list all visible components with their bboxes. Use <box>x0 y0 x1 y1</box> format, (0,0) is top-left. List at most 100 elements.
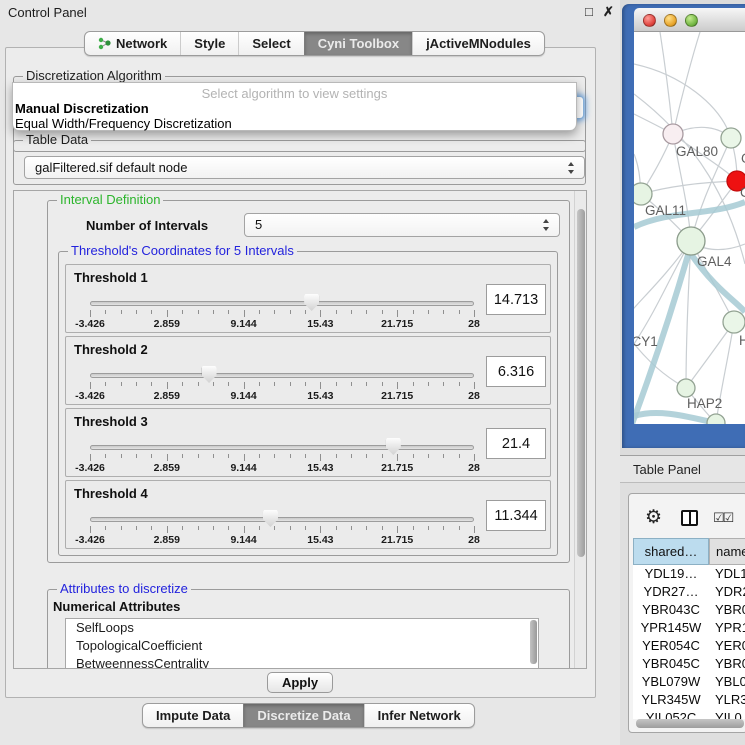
tick-mark <box>382 310 383 314</box>
tick-mark <box>105 526 106 530</box>
table-panel-title: Table Panel <box>633 462 701 477</box>
table-data-combo-value: galFiltered.sif default node <box>35 160 187 175</box>
attribute-item[interactable]: SelfLoops <box>66 619 538 637</box>
attribute-item[interactable]: TopologicalCoefficient <box>66 637 538 655</box>
tick-mark <box>244 526 245 533</box>
table-panel-titlebar: Table Panel <box>620 455 745 483</box>
slider-thumb[interactable] <box>202 366 217 383</box>
network-node[interactable] <box>723 311 745 333</box>
table-header-name[interactable]: name <box>709 538 745 565</box>
table-row[interactable]: YBR043CYBR0 <box>633 601 745 619</box>
tick-mark <box>244 382 245 389</box>
table-row[interactable]: YDR27…YDR2 <box>633 583 745 601</box>
tab-jactivemnodules[interactable]: jActiveMNodules <box>412 32 544 55</box>
tick-mark <box>182 526 183 530</box>
tab-network[interactable]: Network <box>85 32 180 55</box>
cell-name: YBR0 <box>715 655 745 673</box>
panel-scrollbar[interactable] <box>574 191 586 668</box>
panel-titlebar: Control Panel □ ✗ <box>0 0 620 26</box>
scale-label: 2.859 <box>154 390 180 402</box>
apply-button[interactable]: Apply <box>267 672 333 693</box>
slider-track[interactable] <box>90 373 474 378</box>
tick-mark <box>198 454 199 458</box>
tab-style[interactable]: Style <box>180 32 238 55</box>
table-row[interactable]: YLR345WYLR3 <box>633 691 745 709</box>
slider-thumb[interactable] <box>386 438 401 455</box>
threshold-value-field[interactable]: 6.316 <box>486 356 546 387</box>
tick-mark <box>244 310 245 317</box>
tick-mark <box>459 310 460 314</box>
zoom-traffic-light[interactable] <box>685 14 698 27</box>
slider-scale: -3.4262.8599.14415.4321.71528 <box>90 534 474 546</box>
close-traffic-light[interactable] <box>643 14 656 27</box>
network-canvas[interactable]: GAL80GCGAL11GAL4GCY1HHAP2 <box>634 32 745 424</box>
tick-mark <box>290 526 291 530</box>
network-node[interactable] <box>677 227 705 255</box>
scrollbar-thumb[interactable] <box>577 209 585 557</box>
float-window-icon[interactable]: □ <box>585 4 593 19</box>
tab-impute-data[interactable]: Impute Data <box>143 704 243 727</box>
threshold-label: Threshold 4 <box>74 486 148 501</box>
slider-thumb[interactable] <box>263 510 278 527</box>
numerical-attributes-list[interactable]: SelfLoopsTopologicalCoefficientBetweenne… <box>65 618 539 669</box>
tick-mark <box>336 310 337 314</box>
table-row[interactable]: YPR145WYPR1 <box>633 619 745 637</box>
node-label: C <box>740 185 745 200</box>
tick-mark <box>121 454 122 458</box>
network-node[interactable] <box>721 128 741 148</box>
tick-mark <box>336 526 337 530</box>
tick-mark <box>413 382 414 386</box>
algorithm-dropdown-popup: Select algorithm to view settings Manual… <box>12 82 577 131</box>
algorithm-popup-hint: Select algorithm to view settings <box>13 83 576 101</box>
scale-label: 21.715 <box>381 534 413 546</box>
scale-label: 15.43 <box>307 390 333 402</box>
threshold-value-field[interactable]: 11.344 <box>486 500 546 531</box>
scale-label: 15.43 <box>307 534 333 546</box>
table-data-combo[interactable]: galFiltered.sif default node <box>24 156 585 179</box>
network-window-titlebar[interactable] <box>634 8 745 32</box>
tick-mark <box>259 454 260 458</box>
algorithm-option-manual[interactable]: Manual Discretization <box>13 101 576 116</box>
network-node[interactable] <box>663 124 683 144</box>
table-data-label: Table Data <box>23 132 91 147</box>
panel-title: Control Panel <box>8 5 87 20</box>
tab-cyni-toolbox[interactable]: Cyni Toolbox <box>304 32 412 55</box>
table-row[interactable]: YBL079WYBL0 <box>633 673 745 691</box>
scale-label: 28 <box>468 318 480 330</box>
slider-thumb[interactable] <box>304 294 319 311</box>
cell-shared-name: YDL19… <box>633 565 709 583</box>
threshold-value-field[interactable]: 14.713 <box>486 284 546 315</box>
minimize-traffic-light[interactable] <box>664 14 677 27</box>
close-icon[interactable]: ✗ <box>603 4 614 20</box>
checkbox-filter-icon[interactable]: ☑☑ <box>713 510 732 526</box>
table-hscrollbar[interactable] <box>636 719 744 728</box>
network-node[interactable] <box>677 379 695 397</box>
slider-track[interactable] <box>90 445 474 450</box>
tab-discretize-data[interactable]: Discretize Data <box>243 704 363 727</box>
cell-name: YPR1 <box>715 619 745 637</box>
table-header-shared[interactable]: shared… <box>633 538 709 565</box>
tick-mark <box>198 526 199 530</box>
scale-label: -3.426 <box>75 462 105 474</box>
algorithm-option-equal-width[interactable]: Equal Width/Frequency Discretization <box>13 116 576 131</box>
table-row[interactable]: YBR045CYBR0 <box>633 655 745 673</box>
tick-mark <box>459 454 460 458</box>
number-of-intervals-combo[interactable]: 5 <box>244 213 560 237</box>
table-row[interactable]: YDL19…YDL1 <box>633 565 745 583</box>
table-row[interactable]: YER054CYER0 <box>633 637 745 655</box>
attribute-item[interactable]: BetweennessCentrality <box>66 655 538 669</box>
threshold-value-field[interactable]: 21.4 <box>486 428 546 459</box>
tick-mark <box>443 454 444 458</box>
scale-label: 9.144 <box>230 318 256 330</box>
scale-label: 2.859 <box>154 534 180 546</box>
tab-select[interactable]: Select <box>238 32 303 55</box>
column-layout-icon[interactable] <box>681 510 698 526</box>
table-row[interactable]: YIL052CYIL0 <box>633 709 745 719</box>
slider-track[interactable] <box>90 517 474 522</box>
tick-mark <box>413 310 414 314</box>
slider-track[interactable] <box>90 301 474 306</box>
list-scrollbar[interactable] <box>530 620 537 664</box>
tab-infer-network[interactable]: Infer Network <box>364 704 474 727</box>
gear-icon[interactable]: ⚙ <box>645 506 662 529</box>
network-node[interactable] <box>634 183 652 205</box>
